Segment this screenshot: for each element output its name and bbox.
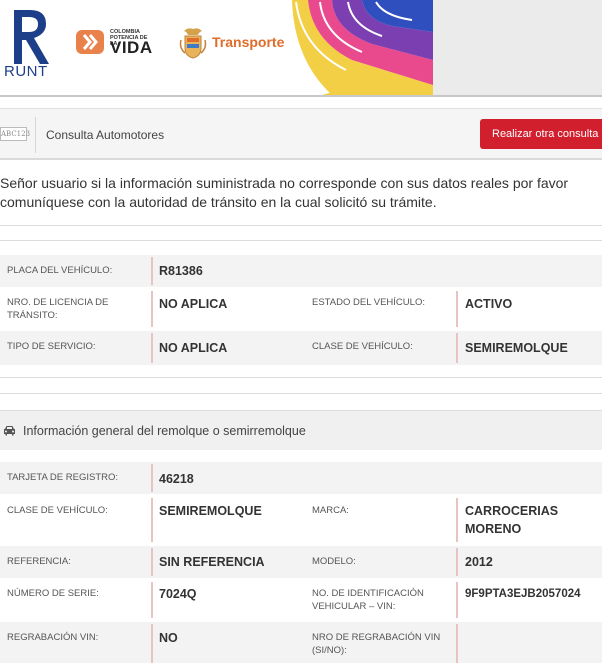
referencia-label: REFERENCIA:: [7, 556, 71, 567]
nro-regrabacion-label: NRO DE REGRABACIÓN VIN (SI/NO):: [312, 632, 441, 656]
section-title: Información general del remolque o semir…: [23, 424, 306, 438]
captcha-image: ABC123: [0, 127, 30, 141]
servicio-label: TIPO DE SERVICIO:: [7, 341, 96, 352]
banner-ribbon-art: [292, 0, 433, 95]
page-title: Consulta Automotores: [46, 128, 165, 142]
serie-value: 7024Q: [159, 587, 197, 601]
label-bar: [151, 257, 153, 285]
transporte-logo: Transporte: [178, 26, 293, 60]
row-regrabacion: REGRABACIÓN VIN: NO NRO DE REGRABACIÓN V…: [0, 622, 602, 663]
licencia-value: NO APLICA: [159, 297, 228, 311]
regrabacion-value: NO: [159, 631, 178, 645]
row-placa: PLACA DEL VEHÍCULO: R81386: [0, 255, 602, 287]
marca-value: CARROCERIAS MORENO: [465, 504, 559, 536]
row-licencia-estado: NRO. DE LICENCIA DE TRÁNSITO: NO APLICA …: [0, 287, 602, 331]
label-bar: [456, 548, 458, 576]
placa-label: PLACA DEL VEHÍCULO:: [7, 265, 113, 276]
vin-label: NO. DE IDENTIFICACIÓN VEHICULAR – VIN:: [312, 588, 424, 612]
label-bar: [456, 624, 458, 663]
label-bar: [456, 333, 458, 363]
section-header-trailer: Información general del remolque o semir…: [0, 410, 602, 450]
licencia-label: NRO. DE LICENCIA DE TRÁNSITO:: [7, 297, 109, 321]
colombia-vida-logo: COLOMBIA POTENCIA DE LA VIDA: [76, 28, 156, 58]
vin-value: 9F9PTA3EJB2057024: [465, 588, 581, 600]
label-bar: [151, 624, 153, 663]
label-bar: [151, 464, 153, 492]
clase-value: SEMIREMOLQUE: [465, 341, 568, 355]
referencia-value: SIN REFERENCIA: [159, 555, 265, 569]
site-header: RUNT COLOMBIA POTENCIA DE LA VIDA Transp…: [0, 0, 602, 97]
estado-label: ESTADO DEL VEHÍCULO:: [312, 297, 425, 308]
row-servicio-clase: TIPO DE SERVICIO: NO APLICA CLASE DE VEH…: [0, 331, 602, 365]
section-divider: [0, 240, 602, 241]
trailer-clase-value: SEMIREMOLQUE: [159, 504, 262, 518]
label-bar: [151, 291, 153, 327]
label-bar: [151, 548, 153, 576]
notice-text: Señor usuario si la información suminist…: [0, 175, 569, 210]
label-bar: [151, 582, 153, 618]
trailer-clase-label: CLASE DE VEHÍCULO:: [7, 505, 108, 516]
header-divider: [0, 95, 602, 97]
section-divider: [0, 225, 602, 226]
placa-value: R81386: [159, 264, 203, 278]
section-divider: [0, 393, 602, 394]
row-clase-marca: CLASE DE VEHÍCULO: SEMIREMOLQUE MARCA: C…: [0, 494, 602, 546]
vida-mark-icon: [76, 30, 104, 54]
new-query-button[interactable]: Realizar otra consulta: [480, 119, 602, 149]
modelo-label: MODELO:: [312, 556, 356, 567]
row-serie-vin: NÚMERO DE SERIE: 7024Q NO. DE IDENTIFICA…: [0, 578, 602, 622]
car-icon: [4, 426, 15, 436]
estado-value: ACTIVO: [465, 297, 513, 311]
label-bar: [456, 498, 458, 542]
tarjeta-value: 46218: [159, 472, 194, 486]
row-referencia-modelo: REFERENCIA: SIN REFERENCIA MODELO: 2012: [0, 546, 602, 578]
label-bar: [456, 291, 458, 327]
header-right-fill: [433, 0, 602, 97]
label-bar: [151, 498, 153, 542]
clase-label: CLASE DE VEHÍCULO:: [312, 341, 413, 352]
regrabacion-label: REGRABACIÓN VIN:: [7, 632, 99, 643]
servicio-value: NO APLICA: [159, 341, 228, 355]
modelo-value: 2012: [465, 555, 493, 569]
vida-logo-text: VIDA: [110, 38, 153, 57]
label-bar: [456, 582, 458, 618]
serie-label: NÚMERO DE SERIE:: [7, 588, 99, 599]
section-divider: [0, 377, 602, 378]
toolbar-divider: [35, 117, 36, 153]
label-bar: [151, 333, 153, 363]
runt-logo-text: RUNT: [4, 63, 48, 80]
row-tarjeta: TARJETA DE REGISTRO: 46218: [0, 462, 602, 494]
transporte-logo-text: Transporte: [212, 34, 285, 50]
query-toolbar: ABC123 Consulta Automotores Realizar otr…: [0, 108, 602, 160]
tarjeta-label: TARJETA DE REGISTRO:: [7, 472, 119, 483]
coat-of-arms-icon: [179, 28, 207, 59]
marca-label: MARCA:: [312, 505, 349, 516]
